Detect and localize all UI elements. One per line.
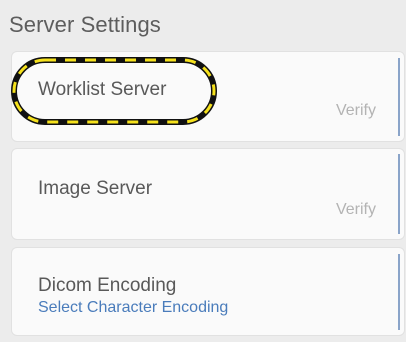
dicom-encoding-card[interactable]: Dicom Encoding Select Character Encoding: [11, 247, 405, 336]
worklist-card-scrollbar: [398, 58, 400, 136]
image-card-scrollbar: [398, 154, 400, 234]
dicom-encoding-title: Dicom Encoding: [38, 275, 177, 296]
worklist-verify-button[interactable]: Verify: [336, 102, 376, 120]
select-character-encoding-link[interactable]: Select Character Encoding: [38, 299, 228, 317]
dicom-card-scrollbar: [398, 254, 400, 330]
page-title: Server Settings: [9, 12, 161, 37]
image-verify-button[interactable]: Verify: [336, 201, 376, 219]
worklist-server-title: Worklist Server: [38, 79, 167, 100]
worklist-server-card[interactable]: Worklist Server Verify: [11, 51, 405, 142]
image-server-card[interactable]: Image Server Verify: [11, 148, 405, 240]
image-server-title: Image Server: [38, 178, 153, 199]
